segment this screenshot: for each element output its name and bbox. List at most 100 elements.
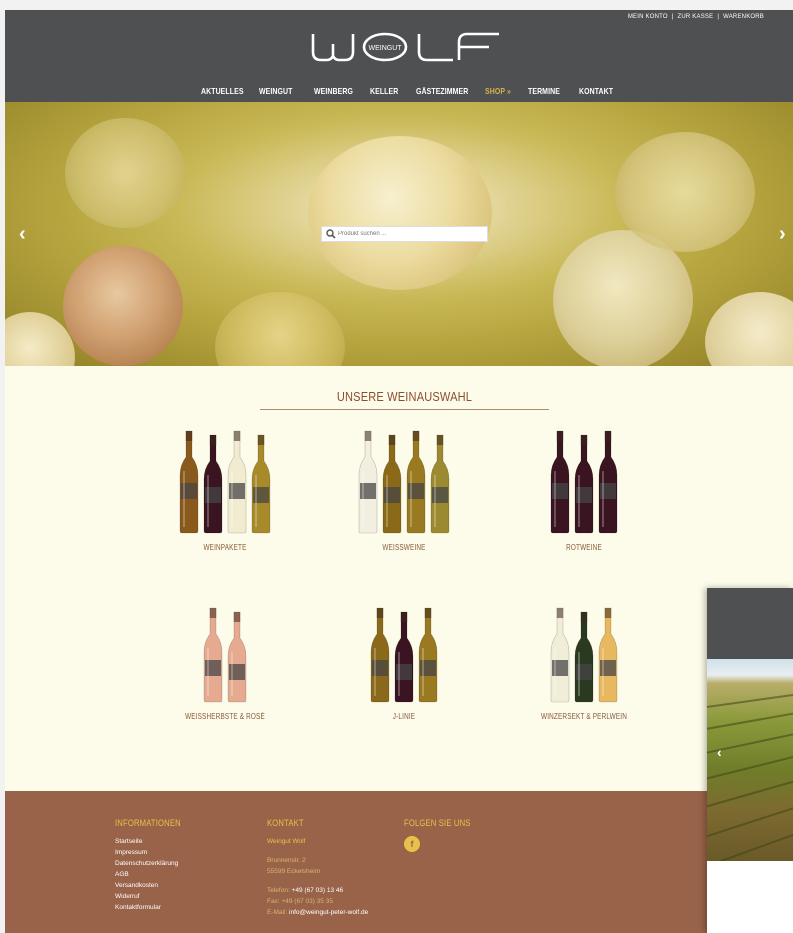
vine-row <box>707 708 793 732</box>
wine-bottle <box>358 430 378 534</box>
nav-aktuelles[interactable]: AKTUELLES <box>201 86 244 96</box>
logo-inner-text: WEINGUT <box>368 45 402 52</box>
grape-image <box>615 132 755 252</box>
wine-bottle <box>550 430 570 534</box>
footer-link-datenschutz[interactable]: Datenschutzerklärung <box>115 858 192 869</box>
wine-bottle <box>251 434 271 534</box>
separator: | <box>717 14 720 20</box>
phone-number[interactable]: +49 (67 03) 13 46 <box>292 887 344 894</box>
company-name: Weingut Wolf <box>267 838 306 845</box>
footer-contact-heading: KONTAKT <box>267 818 304 828</box>
category-label: WEISSWEINE <box>382 543 426 552</box>
grape-image <box>705 292 793 366</box>
page: MEIN KONTO | ZUR KASSE | WARENKORB WEINGUT A… <box>5 10 793 933</box>
footer-link-startseite[interactable]: Startseite <box>115 836 192 847</box>
category-weissherbste-rose[interactable]: WEISSHERBSTE & ROSÉ <box>160 606 290 721</box>
cart-link[interactable]: WARENKORB <box>723 14 764 20</box>
facebook-icon[interactable]: f <box>404 836 420 852</box>
bottle-group-image <box>550 430 618 534</box>
category-label: WEISSHERBSTE & ROSÉ <box>185 712 265 721</box>
nav-termine[interactable]: TERMINE <box>528 86 560 96</box>
category-weinpakete[interactable]: WEINPAKETE <box>160 429 290 552</box>
slider-prev-button[interactable]: ‹ <box>19 224 26 244</box>
product-search-box <box>321 226 488 242</box>
category-label: ROTWEINE <box>566 543 602 552</box>
email-link[interactable]: info@weingut-peter-wolf.de <box>289 909 368 916</box>
grape-image <box>215 292 345 366</box>
search-icon <box>326 229 336 239</box>
city-address: 55599 Eckelsheim <box>267 868 321 875</box>
vine-row <box>707 800 793 840</box>
wine-bottle <box>574 611 594 703</box>
wine-bottle <box>598 430 618 534</box>
nav-weinberg[interactable]: WEINBERG <box>314 86 353 96</box>
nav-keller[interactable]: KELLER <box>370 86 398 96</box>
nav-shop[interactable]: SHOP » <box>485 86 511 96</box>
wine-bottle <box>382 434 402 534</box>
bottle-group-image <box>370 607 438 703</box>
category-winzersekt-perlwein[interactable]: WINZERSEKT & PERLWEIN <box>519 606 649 721</box>
nav-weingut[interactable]: WEINGUT <box>259 86 292 96</box>
footer-contact-column: KONTAKT Weingut Wolf Brunnenstr. 2 55599… <box>267 818 368 918</box>
popup-prev-button[interactable]: ‹ <box>717 744 722 760</box>
fax-number: Fax: +49 (67 03) 35 35 <box>267 898 333 905</box>
vine-row <box>707 690 793 710</box>
wine-bottle <box>418 607 438 703</box>
category-label: WEINPAKETE <box>203 543 247 552</box>
bottle-group-image <box>358 430 450 534</box>
main-navigation: AKTUELLES WEINGUT WEINBERG KELLER GÄSTEZ… <box>5 86 793 100</box>
bottle-group-image <box>203 607 247 703</box>
footer-link-kontaktformular[interactable]: Kontaktformular <box>115 902 192 913</box>
footer-link-impressum[interactable]: Impressum <box>115 847 192 858</box>
category-j-linie[interactable]: J-LINIE <box>339 606 469 721</box>
popup-panel: ‹ <box>707 588 793 933</box>
category-label: J-LINIE <box>392 712 416 721</box>
hero-slider: ‹ › <box>5 102 793 366</box>
popup-header <box>707 588 793 659</box>
heading-divider <box>260 409 549 410</box>
account-links: MEIN KONTO | ZUR KASSE | WARENKORB <box>628 14 764 20</box>
wine-bottle <box>598 607 618 703</box>
wine-bottle <box>406 430 426 534</box>
footer-social-heading: FOLGEN SIE UNS <box>404 818 471 828</box>
category-label: WINZERSEKT & PERLWEIN <box>541 712 627 721</box>
phone-line: Telefon: +49 (67 03) 13 46 <box>267 885 368 896</box>
separator: | <box>671 14 674 20</box>
slider-next-button[interactable]: › <box>779 224 786 244</box>
site-footer: INFORMATIONEN Startseite Impressum Daten… <box>5 791 793 933</box>
wine-bottle <box>370 607 390 703</box>
weingut-wolf-logo[interactable]: WEINGUT <box>307 30 499 64</box>
bottle-group-image <box>179 430 271 534</box>
email-line: E-Mail: info@weingut-peter-wolf.de <box>267 907 368 918</box>
category-rotweine[interactable]: ROTWEINE <box>519 429 649 552</box>
checkout-link[interactable]: ZUR KASSE <box>678 14 714 20</box>
wine-bottle <box>574 434 594 534</box>
vineyard-image: ‹ <box>707 659 793 861</box>
product-search-input[interactable] <box>338 228 484 240</box>
wine-bottle <box>394 611 414 703</box>
category-weissweine[interactable]: WEISSWEINE <box>339 429 469 552</box>
nav-gaestezimmer[interactable]: GÄSTEZIMMER <box>416 86 468 96</box>
my-account-link[interactable]: MEIN KONTO <box>628 14 668 20</box>
wine-bottle <box>179 430 199 534</box>
site-header: MEIN KONTO | ZUR KASSE | WARENKORB WEINGUT A… <box>5 10 793 102</box>
wine-selection-heading: UNSERE WEINAUSWAHL <box>336 389 473 404</box>
grape-image <box>63 246 183 366</box>
footer-link-versandkosten[interactable]: Versandkosten <box>115 880 192 891</box>
footer-info-column: INFORMATIONEN Startseite Impressum Daten… <box>115 818 192 913</box>
email-label: E-Mail: <box>267 909 288 916</box>
street-address: Brunnenstr. 2 <box>267 857 306 864</box>
wine-bottle <box>550 607 570 703</box>
vine-row <box>707 774 793 810</box>
wine-bottle <box>203 434 223 534</box>
grape-image <box>308 136 492 290</box>
phone-label: Telefon: <box>267 887 290 894</box>
wine-bottle <box>227 611 247 703</box>
footer-info-heading: INFORMATIONEN <box>115 818 181 828</box>
wine-bottle <box>430 434 450 534</box>
footer-link-agb[interactable]: AGB <box>115 869 192 880</box>
footer-link-widerruf[interactable]: Widerruf <box>115 891 192 902</box>
nav-kontakt[interactable]: KONTAKT <box>579 86 613 96</box>
